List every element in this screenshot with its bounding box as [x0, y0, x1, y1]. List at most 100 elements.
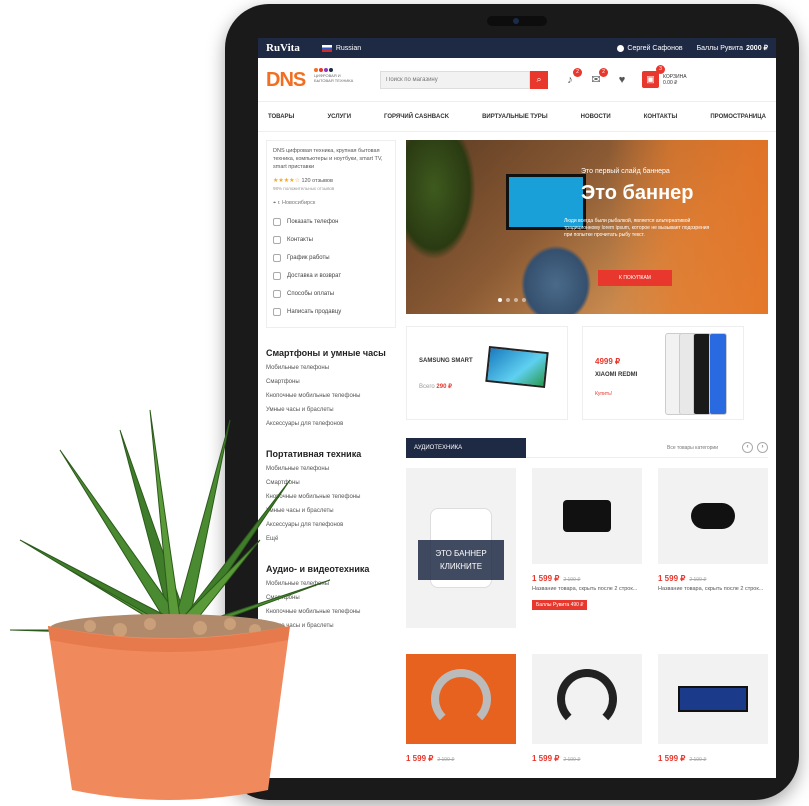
main-content: Это первый слайд баннера Это баннер Люди… [406, 140, 768, 778]
menu-label: Способы оплаты [287, 291, 335, 297]
price-old: 2 199 ₽ [437, 757, 455, 763]
cart[interactable]: ▣ 3 КОРЗИНА 0.00 ₽ [642, 65, 687, 88]
category-item[interactable]: Мобильные телефоны [266, 579, 396, 589]
nav-item-cashback[interactable]: ГОРЯЧИЙ CASHBACK [384, 114, 449, 120]
store-info-card: DNS цифровая техника, крупная бытовая те… [266, 140, 396, 328]
stage: RuVita Russian Сергей Сафонов Баллы Руви… [0, 0, 809, 806]
bell-icon[interactable]: ♪ 2 [564, 67, 582, 86]
language-selector[interactable]: Russian [336, 45, 361, 52]
user-name: Сергей Сафонов [627, 44, 683, 52]
price-old: 2 199 ₽ [689, 577, 707, 583]
points-value: 2000 ₽ [746, 45, 768, 52]
ad-card[interactable]: ЭТО БАННЕР КЛИКНИТЕ [406, 468, 516, 638]
next-arrow-icon[interactable]: › [757, 442, 768, 453]
prev-arrow-icon[interactable]: ‹ [742, 442, 753, 453]
nav-item-news[interactable]: НОВОСТИ [581, 114, 611, 120]
category-title[interactable]: Портативная техника [266, 449, 396, 460]
shop-now-button[interactable]: К ПОКУПКАМ [598, 270, 672, 286]
menu-contacts[interactable]: Контакты [273, 231, 389, 249]
show-more-link[interactable]: Ещё [266, 534, 396, 544]
banner-dot[interactable] [498, 298, 502, 302]
search-button[interactable]: ⌕ [530, 70, 548, 89]
category-item[interactable]: Смартфоны [266, 478, 396, 488]
category-item[interactable]: Кнопочные мобильные телефоны [266, 492, 396, 502]
category-item[interactable]: Аксессуары для телефонов [266, 419, 396, 429]
hero-banner[interactable]: Это первый слайд баннера Это баннер Люди… [406, 140, 768, 314]
banner-dot[interactable] [514, 298, 518, 302]
store-description: DNS цифровая техника, крупная бытовая те… [273, 148, 383, 170]
search-bar: ⌕ [380, 70, 548, 89]
heart-icon[interactable]: ♥ [616, 74, 628, 86]
menu-schedule[interactable]: График работы [273, 249, 389, 267]
logo-dots [314, 67, 333, 72]
category-item[interactable]: Смартфоны [266, 377, 396, 387]
category-title[interactable]: Смартфоны и умные часы [266, 348, 396, 359]
price-current: 1 599 ₽ [532, 574, 560, 583]
banner-dot[interactable] [522, 298, 526, 302]
category-item[interactable]: Умные часы и браслеты [266, 405, 396, 415]
menu-show-phone[interactable]: Показать телефон [273, 213, 389, 231]
cart-icon: ▣ 3 [642, 65, 665, 88]
nav-item-promo[interactable]: ПРОМОСТРАНИЦА [710, 114, 766, 120]
price-current: 1 599 ₽ [658, 754, 686, 763]
rating-stars: ★★★★☆ [273, 178, 300, 184]
section-header: АУДИОТЕХНИКА Все товары категории ‹ › [406, 437, 768, 458]
product-card[interactable]: 1 599 ₽2 199 ₽ Название товара, скрыть п… [658, 468, 768, 638]
ad-overlay: ЭТО БАННЕР КЛИКНИТЕ [418, 540, 504, 580]
price-value: 290 ₽ [436, 384, 452, 390]
category-item[interactable]: Смартфоны [266, 593, 396, 603]
tablet-screen: RuVita Russian Сергей Сафонов Баллы Руви… [258, 38, 776, 778]
category-item[interactable]: Аксессуары для телефонов [266, 520, 396, 530]
category-title[interactable]: Аудио- и видеотехника [266, 564, 396, 575]
category-item[interactable]: Мобильные телефоны [266, 363, 396, 373]
nav-item-contacts[interactable]: КОНТАКТЫ [644, 114, 678, 120]
menu-write-seller[interactable]: Написать продавцу [273, 303, 389, 321]
category-item[interactable]: Кнопочные мобильные телефоны [266, 607, 396, 617]
nav-item-virtual-tours[interactable]: ВИРТУАЛЬНЫЕ ТУРЫ [482, 114, 548, 120]
mail-icon[interactable]: ✉ 2 [590, 67, 608, 86]
page-body: DNS цифровая техника, крупная бытовая те… [258, 132, 776, 778]
product-price: 1 599 ₽2 199 ₽ [532, 574, 642, 583]
category-item[interactable]: Умные часы и браслеты [266, 621, 396, 631]
buy-link[interactable]: Купить! [595, 391, 612, 397]
menu-label: Контакты [287, 237, 313, 243]
cart-badge: 3 [656, 65, 665, 74]
product-name[interactable]: Название товара, скрыть после 2 строк... [658, 586, 768, 593]
tv-image [485, 345, 549, 389]
product-card[interactable]: 1 599 ₽2 199 ₽ [532, 654, 642, 778]
promo-card-xiaomi[interactable]: 4999 ₽ XIAOMI REDMI Купить! [582, 326, 744, 420]
search-input[interactable] [380, 70, 530, 89]
nav-item-goods[interactable]: ТОВАРЫ [268, 114, 294, 120]
category-block-audio-video: Аудио- и видеотехника Мобильные телефоны… [266, 564, 396, 631]
all-category-link[interactable]: Все товары категории [667, 445, 718, 451]
console-image [658, 468, 768, 564]
user-menu[interactable]: Сергей Сафонов [617, 44, 683, 52]
points-label: Баллы Рувита [696, 44, 744, 52]
product-name[interactable]: Название товара, скрыть после 2 строк... [532, 586, 642, 593]
promo-price: 4999 ₽ [595, 357, 621, 366]
tab-audio[interactable]: АУДИОТЕХНИКА [406, 437, 526, 458]
menu-label: Показать телефон [287, 219, 339, 225]
main-nav: ТОВАРЫ УСЛУГИ ГОРЯЧИЙ CASHBACK ВИРТУАЛЬН… [258, 102, 776, 132]
menu-delivery[interactable]: Доставка и возврат [273, 267, 389, 285]
city-label: г. Новосибирск [277, 200, 316, 206]
user-icon [617, 44, 625, 52]
product-card[interactable]: 1 599 ₽2 199 ₽ [406, 654, 516, 778]
category-item[interactable]: Кнопочные мобильные телефоны [266, 391, 396, 401]
header-icons: ♪ 2 ✉ 2 ♥ [564, 67, 628, 86]
product-card[interactable]: 1 599 ₽2 199 ₽ [658, 654, 768, 778]
category-item[interactable]: Умные часы и браслеты [266, 506, 396, 516]
ruvita-logo[interactable]: RuVita [266, 42, 300, 54]
cart-text: КОРЗИНА 0.00 ₽ [663, 74, 687, 86]
banner-dot[interactable] [506, 298, 510, 302]
promo-name: SAMSUNG SMART [419, 358, 473, 364]
category-item[interactable]: Мобильные телефоны [266, 464, 396, 474]
product-card[interactable]: 1 599 ₽2 199 ₽ Название товара, скрыть п… [532, 468, 642, 638]
reviews-link[interactable]: 120 отзывов [301, 178, 332, 184]
dns-logo[interactable]: DNS ЦИФРОВАЯ И БЫТОВАЯ ТЕХНИКА [266, 67, 353, 91]
nav-item-services[interactable]: УСЛУГИ [327, 114, 351, 120]
promo-card-samsung[interactable]: SAMSUNG SMART Всего 290 ₽ [406, 326, 568, 420]
product-price: 1 599 ₽2 199 ₽ [532, 754, 642, 763]
menu-payment[interactable]: Способы оплаты [273, 285, 389, 303]
phone-icon [273, 218, 281, 226]
